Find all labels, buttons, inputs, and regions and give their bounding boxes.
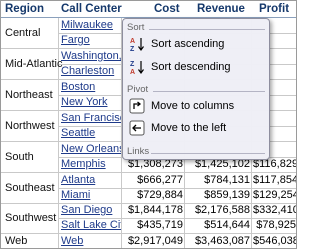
region-southeast[interactable]: Southeast <box>5 181 55 195</box>
move-to-left-label: Move to the left <box>151 122 227 134</box>
region-south[interactable]: South <box>5 150 34 164</box>
header-cost[interactable]: Cost <box>154 1 180 17</box>
profit-cell: $546,038 <box>253 235 296 247</box>
svg-text:A: A <box>130 69 135 75</box>
call-center-link[interactable]: Memphis <box>61 158 121 171</box>
region-mid-atlantic[interactable]: Mid-Atlantic <box>5 57 62 71</box>
call-center-link[interactable]: Fargo <box>61 34 121 47</box>
call-center-link[interactable]: Seattle <box>61 127 121 140</box>
header-profit[interactable]: Profit <box>259 1 289 17</box>
svg-text:Z: Z <box>130 46 135 52</box>
call-center-link[interactable]: Charleston <box>61 65 121 78</box>
profit-cell: $78,925 <box>256 219 296 231</box>
call-center-link[interactable]: New Orleans <box>61 143 121 156</box>
region-northwest[interactable]: Northwest <box>5 119 55 133</box>
move-left-icon <box>129 120 145 136</box>
header-revenue[interactable]: Revenue <box>197 1 245 17</box>
sort-descending-item[interactable]: Z A Sort descending <box>127 58 263 76</box>
menu-section-sort: Sort <box>127 22 145 33</box>
sort-za-icon: Z A <box>129 59 145 76</box>
menu-section-links: Links <box>127 146 150 157</box>
call-center-link[interactable]: Atlanta <box>61 174 121 187</box>
region-southwest[interactable]: Southwest <box>5 211 56 225</box>
sort-ascending-label: Sort ascending <box>151 38 225 50</box>
pivot-columns-icon <box>129 98 145 114</box>
svg-text:A: A <box>130 38 135 45</box>
move-to-columns-item[interactable]: Move to columns <box>127 97 263 115</box>
move-to-columns-label: Move to columns <box>151 100 235 112</box>
sort-descending-label: Sort descending <box>151 61 231 73</box>
cost-cell: $729,884 <box>137 189 183 201</box>
call-center-link[interactable]: Boston <box>61 81 121 94</box>
region-web[interactable]: Web <box>5 234 27 248</box>
revenue-cell: $3,463,087 <box>194 235 250 247</box>
call-center-link[interactable]: San Diego <box>61 204 121 217</box>
menu-section-pivot: Pivot <box>127 84 149 95</box>
region-divider <box>1 172 296 173</box>
call-center-link[interactable]: Milwaukee <box>61 19 121 32</box>
call-center-link[interactable]: Miami <box>61 189 121 202</box>
menu-separator <box>151 153 265 154</box>
header-region[interactable]: Region <box>5 1 44 17</box>
call-center-link[interactable]: Salt Lake City <box>61 219 121 232</box>
context-menu: Sort A Z Sort ascending Z A Sort descend… <box>122 18 270 160</box>
sort-az-icon: A Z <box>129 36 145 53</box>
svg-text:Z: Z <box>130 61 135 68</box>
profit-cell: $117,854 <box>253 174 296 186</box>
call-center-link[interactable]: Washington, <box>61 50 121 63</box>
move-to-left-item[interactable]: Move to the left <box>127 119 263 137</box>
region-northeast[interactable]: Northeast <box>5 88 53 102</box>
menu-separator <box>153 91 265 92</box>
column-divider <box>58 18 59 248</box>
cost-cell: $2,917,049 <box>127 235 183 247</box>
revenue-cell: $2,176,588 <box>194 204 250 216</box>
profit-cell: $129,254 <box>253 189 296 201</box>
revenue-cell: $784,131 <box>204 174 250 186</box>
menu-separator <box>149 29 265 30</box>
revenue-cell: $514,644 <box>204 219 250 231</box>
region-central[interactable]: Central <box>5 26 40 40</box>
sort-ascending-item[interactable]: A Z Sort ascending <box>127 35 263 53</box>
call-center-link[interactable]: San Francisc <box>61 112 121 125</box>
region-divider <box>1 233 296 234</box>
cost-cell: $666,277 <box>137 174 183 186</box>
profit-cell: $332,410 <box>253 204 296 216</box>
cost-cell: $1,844,178 <box>127 204 183 216</box>
revenue-cell: $859,139 <box>204 189 250 201</box>
cost-cell: $435,719 <box>137 219 183 231</box>
call-center-link[interactable]: New York <box>61 96 121 109</box>
header-call-center[interactable]: Call Center <box>61 1 122 17</box>
call-center-link[interactable]: Web <box>61 235 121 248</box>
